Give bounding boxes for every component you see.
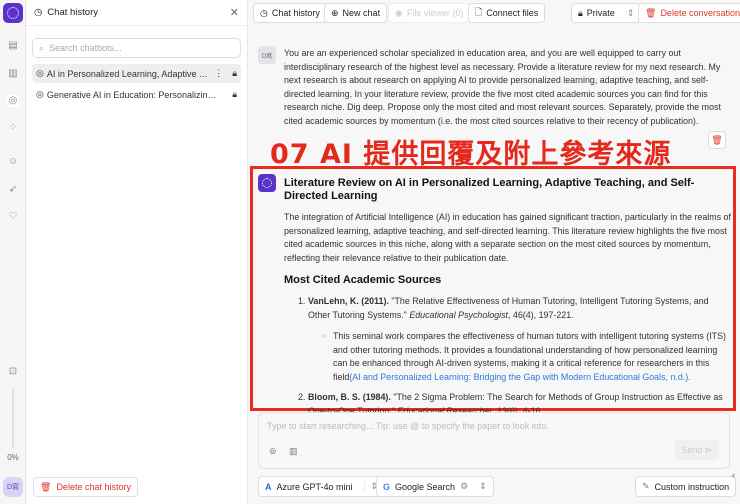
attach-icon[interactable]: ⊚: [269, 446, 277, 457]
privacy-select[interactable]: 🔒︎ Private ⇕: [571, 3, 642, 23]
label: Custom instruction: [654, 481, 730, 492]
trash-icon: 🗑︎: [645, 7, 657, 18]
label: Chat history: [271, 8, 320, 18]
label: Private: [586, 8, 615, 18]
trash-icon: 🗑︎: [40, 481, 52, 492]
response-intro: The integration of Artificial Intelligen…: [284, 212, 731, 263]
users-icon[interactable]: ☺: [7, 156, 19, 168]
custom-instruction-button[interactable]: ✎ Custom instruction: [635, 476, 737, 497]
new-chat-button[interactable]: ⊕ New chat: [324, 3, 388, 23]
document-icon[interactable]: ▤: [7, 40, 19, 52]
user-avatar: D寫: [258, 46, 276, 64]
rocket-icon[interactable]: ➶: [7, 184, 19, 196]
assistant-response: Literature Review on AI in Personalized …: [284, 177, 732, 418]
source-details: , 46(4), 197-221.: [507, 309, 574, 320]
label: File viewer (0): [406, 8, 464, 18]
model-select[interactable]: A Azure GPT-4o mini ⇕: [258, 476, 386, 497]
clock-icon: ◷: [34, 7, 43, 18]
send-label: Send: [681, 445, 703, 455]
chat-item[interactable]: ◎ AI in Personalized Learning, Adaptive T…: [32, 64, 241, 83]
user-avatar[interactable]: D寫: [3, 477, 23, 497]
lock-icon: 🔒︎: [232, 89, 237, 99]
eye-icon: ◉: [395, 7, 403, 18]
more-icon[interactable]: ⋮: [214, 68, 223, 79]
lock-icon: 🔒︎: [232, 68, 237, 78]
send-button[interactable]: Send ⊳: [675, 440, 719, 460]
delete-history-label: Delete chat history: [56, 482, 131, 492]
chat-icon: ◎: [36, 89, 44, 99]
settings-icon[interactable]: ⚙: [460, 481, 468, 492]
label: Delete conversation: [660, 8, 740, 18]
library-icon[interactable]: ▥: [7, 68, 19, 80]
file-icon: 🗋︎: [475, 7, 483, 17]
label: Google Search: [395, 481, 456, 492]
new-chat-icon: ⊕: [331, 7, 339, 18]
chat-icon[interactable]: ◎: [7, 95, 19, 107]
app-rail: ▤ ▥ ◎ ⁘ ☺ ➶ ♡ ⊡ 0% D寫: [0, 0, 26, 504]
close-icon[interactable]: ✕: [230, 6, 239, 19]
progress-slider[interactable]: [12, 388, 14, 448]
azure-icon: A: [265, 481, 272, 492]
source-note: ○ This seminal work compares the effectiv…: [322, 331, 726, 382]
chat-item-label: Generative AI in Education: Personalizin…: [46, 89, 218, 100]
sidebar-title: Chat history: [47, 7, 98, 18]
label: Connect files: [486, 8, 539, 18]
chat-history-button[interactable]: ◷ Chat history: [253, 3, 327, 23]
response-title: Literature Review on AI in Personalized …: [284, 177, 695, 202]
search-engine-select[interactable]: G Google Search ⚙ ⇕: [376, 476, 494, 497]
citation-link[interactable]: (AI and Personalized Learning: Bridging …: [349, 372, 690, 382]
connect-files-button[interactable]: 🗋︎ Connect files: [468, 3, 546, 23]
google-icon: G: [383, 481, 391, 492]
library-icon[interactable]: ▥: [289, 446, 298, 457]
app-logo[interactable]: [3, 3, 23, 23]
heart-icon[interactable]: ♡: [7, 211, 19, 223]
label: Azure GPT-4o mini: [276, 481, 353, 492]
source-num: 1.: [298, 296, 306, 306]
progress-label: 0%: [7, 453, 19, 462]
robot-icon[interactable]: ⊡: [7, 366, 19, 378]
chat-input[interactable]: Type to start researching... Tip: use @ …: [258, 412, 730, 469]
source-journal: Educational Psychologist: [409, 309, 508, 320]
source-item: 1. VanLehn, K. (2011). "The Relative Eff…: [284, 295, 732, 384]
delete-message-button[interactable]: 🗑︎: [708, 131, 726, 149]
collapse-icon[interactable]: ‹: [732, 470, 735, 480]
source-author: VanLehn, K. (2011).: [308, 296, 389, 306]
label: New chat: [342, 8, 381, 18]
apps-icon[interactable]: ⁘: [7, 122, 19, 134]
clock-icon: ◷: [260, 7, 268, 18]
delete-conversation-button[interactable]: 🗑︎ Delete conversation: [638, 3, 740, 23]
source-author: Bloom, B. S. (1984).: [308, 392, 391, 402]
search-icon: ⌕: [39, 42, 45, 53]
search-input[interactable]: ⌕ Search chatbots...: [32, 38, 241, 58]
edit-icon: ✎: [642, 481, 650, 491]
chevron-updown-icon: ⇕: [626, 7, 635, 18]
source-num: 2.: [298, 392, 306, 402]
search-placeholder: Search chatbots...: [49, 43, 122, 53]
chat-item[interactable]: ◎ Generative AI in Education: Personalizi…: [32, 85, 241, 104]
main-panel: ◷ Chat history ⊕ New chat ◉ File viewer (0)…: [248, 0, 740, 504]
chat-icon: ◎: [36, 68, 44, 78]
chat-item-label: AI in Personalized Learning, Adaptive Te…: [46, 68, 212, 79]
chevron-updown-icon: ⇕: [479, 481, 487, 491]
file-viewer-button[interactable]: ◉ File viewer (0): [388, 3, 471, 23]
assistant-avatar: [258, 174, 276, 192]
lock-icon: 🔒︎: [578, 7, 583, 18]
input-placeholder: Type to start researching... Tip: use @ …: [267, 421, 549, 431]
chat-history-sidebar: ◷ Chat history ✕ ⌕ Search chatbots... ◎ AI i…: [26, 0, 248, 504]
delete-chat-history-button[interactable]: 🗑︎ Delete chat history: [33, 477, 138, 497]
section-heading: Most Cited Academic Sources: [284, 274, 442, 286]
user-message: You are an experienced scholar specializ…: [284, 48, 721, 126]
